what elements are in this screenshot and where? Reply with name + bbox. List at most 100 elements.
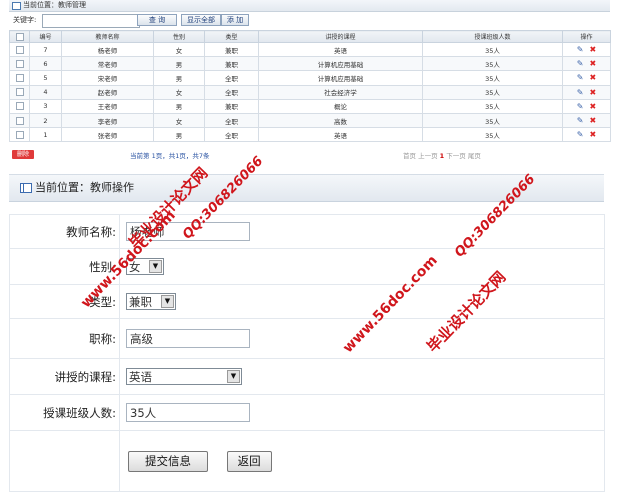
cell-course: 社会经济学 (258, 84, 423, 100)
add-button[interactable]: 添 加 (221, 14, 249, 26)
edit-icon[interactable]: ✎ (577, 59, 584, 68)
cell-actions: ✎ ✖ (562, 56, 611, 72)
first-page-link[interactable]: 首页 (403, 152, 416, 160)
cell-type: 全职 (204, 127, 259, 143)
keyword-label: 关键字: (13, 16, 37, 24)
cell-class-size: 35人 (422, 70, 563, 86)
column-header: 操作 (562, 30, 611, 43)
course-value: 英语 (129, 370, 152, 384)
cell-id: 6 (29, 56, 62, 72)
type-label: 类型: (9, 284, 120, 319)
table-row: 4 赵老师 女 全职 社会经济学 35人 ✎ ✖ (9, 84, 611, 100)
list-breadcrumb: 当前位置：教师管理 (23, 1, 86, 9)
chevron-down-icon[interactable]: ▼ (161, 295, 174, 308)
cell-class-size: 35人 (422, 98, 563, 114)
cell-gender: 女 (153, 84, 205, 100)
cell-type: 兼职 (204, 41, 259, 58)
list-breadcrumb-bar: 当前位置：教师管理 (9, 0, 610, 12)
submit-button[interactable]: 提交信息 (128, 450, 208, 472)
pagination: 首页 上一页 1 下一页 尾页 (403, 152, 481, 160)
cell-name: 赵老师 (61, 84, 154, 100)
edit-icon[interactable]: ✎ (577, 73, 584, 82)
chevron-down-icon[interactable]: ▼ (149, 260, 162, 273)
row-checkbox[interactable] (15, 59, 24, 68)
delete-icon[interactable]: ✖ (590, 130, 597, 139)
type-value: 兼职 (129, 295, 152, 309)
cell-course: 英语 (258, 41, 423, 58)
cell-gender: 男 (153, 70, 205, 86)
delete-icon[interactable]: ✖ (590, 59, 597, 68)
column-header: 性别 (153, 30, 205, 43)
column-header: 类型 (204, 30, 259, 43)
edit-icon[interactable]: ✎ (577, 130, 584, 139)
cell-id: 1 (29, 127, 62, 143)
delete-selected-button[interactable]: 删除 (12, 150, 34, 159)
gender-value: 女 (129, 260, 141, 274)
gender-select[interactable]: 女 ▼ (126, 258, 164, 275)
page-info: 当前第 1页，共1页，共7条 (130, 152, 210, 160)
table-row: 5 宋老师 男 全职 计算机应用基础 35人 ✎ ✖ (9, 70, 611, 86)
cell-class-size: 35人 (422, 127, 563, 143)
edit-icon[interactable]: ✎ (577, 116, 584, 125)
row-checkbox[interactable] (15, 73, 24, 82)
cell-actions: ✎ ✖ (562, 98, 611, 114)
search-button[interactable]: 查 询 (137, 14, 177, 26)
select-all-cell[interactable] (9, 30, 30, 43)
cell-type: 全职 (204, 84, 259, 100)
class-size-input[interactable]: 35人 (126, 403, 250, 422)
prev-page-link[interactable]: 上一页 (418, 152, 438, 160)
cell-actions: ✎ ✖ (562, 112, 611, 129)
cell-name: 张老师 (61, 127, 154, 143)
page-icon (12, 2, 21, 10)
edit-icon[interactable]: ✎ (577, 88, 584, 97)
title-input[interactable]: 高级 (126, 329, 250, 348)
delete-icon[interactable]: ✖ (590, 73, 597, 82)
back-button[interactable]: 返回 (226, 450, 272, 472)
delete-icon[interactable]: ✖ (590, 45, 597, 54)
cell-id: 5 (29, 70, 62, 86)
cell-actions: ✎ ✖ (562, 127, 611, 143)
row-checkbox[interactable] (15, 116, 24, 125)
delete-icon[interactable]: ✖ (590, 116, 597, 125)
form-breadcrumb-bar: 当前位置：教师操作 (9, 174, 604, 202)
row-checkbox[interactable] (15, 130, 24, 139)
next-page-link[interactable]: 下一页 (446, 152, 466, 160)
course-select[interactable]: 英语 ▼ (126, 368, 242, 385)
cell-type: 兼职 (204, 98, 259, 114)
delete-icon[interactable]: ✖ (590, 102, 597, 111)
row-checkbox[interactable] (15, 88, 24, 97)
cell-type: 全职 (204, 112, 259, 129)
cell-name: 杨老师 (61, 41, 154, 58)
delete-icon[interactable]: ✖ (590, 88, 597, 97)
current-page-number: 1 (439, 152, 445, 160)
table-row: 7 杨老师 女 兼职 英语 35人 ✎ ✖ (9, 41, 611, 58)
edit-icon[interactable]: ✎ (577, 102, 584, 111)
gender-label: 性别: (9, 248, 120, 285)
column-header: 授课班级人数 (422, 30, 563, 43)
edit-icon[interactable]: ✎ (577, 45, 584, 54)
cell-class-size: 35人 (422, 56, 563, 72)
cell-id: 4 (29, 84, 62, 100)
cell-course: 英语 (258, 127, 423, 143)
cell-course: 概论 (258, 98, 423, 114)
last-page-link[interactable]: 尾页 (468, 152, 481, 160)
show-all-button[interactable]: 显示全部 (181, 14, 221, 26)
teacher-name-input[interactable]: 杨老师 (126, 222, 250, 241)
cell-course: 计算机应用基础 (258, 56, 423, 72)
select-all-checkbox[interactable] (15, 32, 24, 41)
row-checkbox[interactable] (15, 45, 24, 54)
cell-gender: 女 (153, 112, 205, 129)
cell-name: 常老师 (61, 56, 154, 72)
class-size-label: 授课班级人数: (9, 394, 120, 431)
table-header-row: 编号 教师名称 性别 类型 讲授的课程 授课班级人数 操作 (9, 30, 611, 43)
cell-course: 高数 (258, 112, 423, 129)
type-select[interactable]: 兼职 ▼ (126, 293, 176, 310)
chevron-down-icon[interactable]: ▼ (227, 370, 240, 383)
row-checkbox[interactable] (15, 102, 24, 111)
cell-class-size: 35人 (422, 84, 563, 100)
search-row: 关键字: 查 询 显示全部 添 加 (9, 14, 610, 28)
cell-type: 兼职 (204, 56, 259, 72)
cell-gender: 男 (153, 56, 205, 72)
keyword-input[interactable] (42, 14, 140, 28)
teacher-name-label: 教师名称: (9, 214, 120, 249)
